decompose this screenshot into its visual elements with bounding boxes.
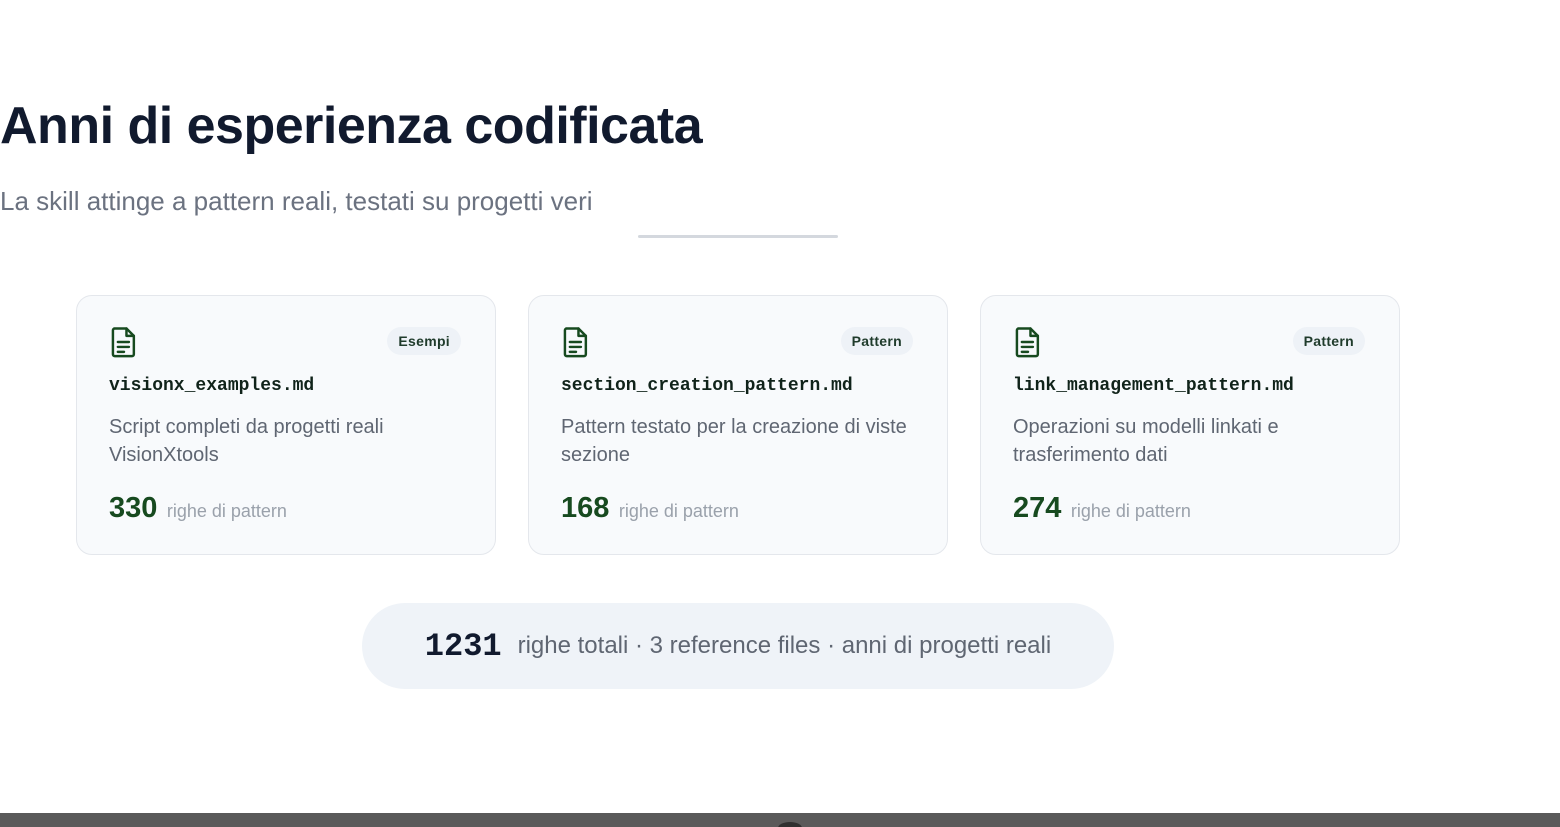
reference-card-section-creation: Pattern section_creation_pattern.md Patt… bbox=[528, 295, 948, 555]
file-description: Script completi da progetti reali Vision… bbox=[109, 416, 384, 466]
total-summary-text: righe totali · 3 reference files · anni … bbox=[517, 632, 1052, 659]
reference-card-link-management: Pattern link_management_pattern.md Opera… bbox=[980, 295, 1400, 555]
line-count-label: righe di pattern bbox=[166, 501, 287, 521]
document-icon bbox=[1015, 327, 1040, 358]
file-description: Pattern testato per la creazione di vist… bbox=[561, 416, 907, 466]
total-summary-pill: 1231 righe totali · 3 reference files · … bbox=[362, 603, 1114, 689]
scroll-handle[interactable] bbox=[778, 822, 802, 827]
reference-card-visionx-examples: Esempi visionx_examples.md Script comple… bbox=[76, 295, 496, 555]
file-name: link_management_pattern.md bbox=[1013, 376, 1294, 396]
category-badge: Pattern bbox=[840, 327, 913, 355]
line-count: 330 righe di pattern bbox=[109, 492, 287, 525]
section-subtitle: La skill attinge a pattern reali, testat… bbox=[0, 186, 593, 216]
document-icon bbox=[563, 327, 588, 358]
file-name: section_creation_pattern.md bbox=[561, 376, 853, 396]
title-divider bbox=[638, 235, 838, 238]
page: Anni di esperienza codificata La skill a… bbox=[0, 0, 1560, 827]
line-count-label: righe di pattern bbox=[618, 501, 739, 521]
category-badge: Pattern bbox=[1292, 327, 1365, 355]
file-description: Operazioni su modelli linkati e trasferi… bbox=[1013, 416, 1279, 466]
line-count: 274 righe di pattern bbox=[1013, 492, 1191, 525]
line-count-label: righe di pattern bbox=[1070, 501, 1191, 521]
line-count: 168 righe di pattern bbox=[561, 492, 739, 525]
total-lines-value: 1231 bbox=[424, 627, 502, 665]
line-count-value: 168 bbox=[561, 492, 610, 524]
line-count-value: 274 bbox=[1013, 492, 1062, 524]
line-count-value: 330 bbox=[109, 492, 158, 524]
document-icon bbox=[111, 327, 136, 358]
file-name: visionx_examples.md bbox=[109, 376, 315, 396]
section-title: Anni di esperienza codificata bbox=[0, 97, 703, 155]
category-badge: Esempi bbox=[387, 327, 461, 355]
